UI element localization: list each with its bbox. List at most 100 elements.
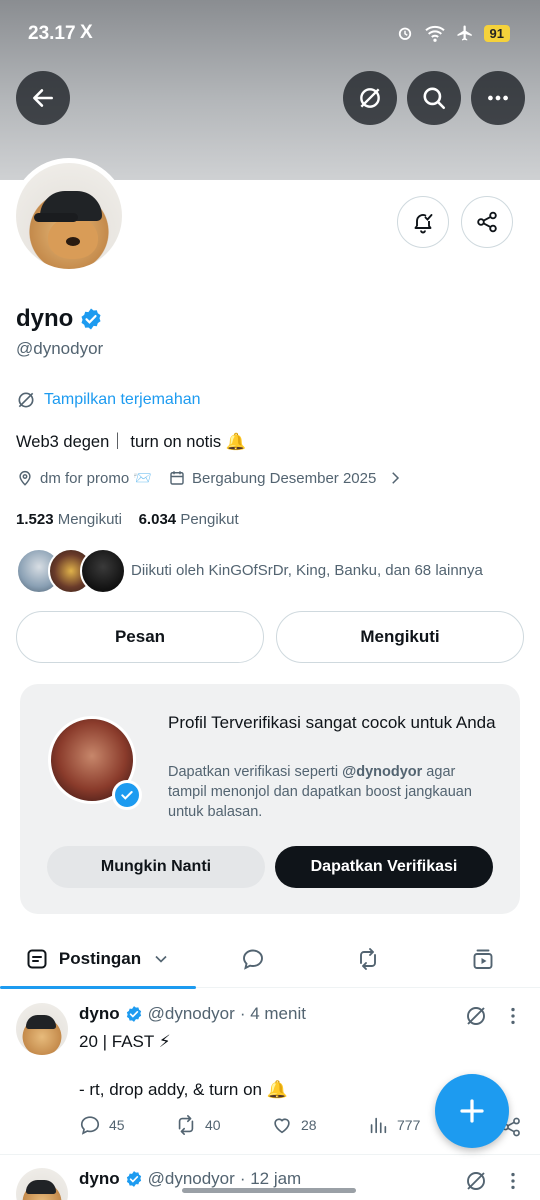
joined-text: Bergabung Desember 2025 (192, 469, 377, 487)
repost-icon (178, 1115, 194, 1135)
posts-icon (27, 949, 47, 969)
tweet-more-icon[interactable] (502, 1004, 524, 1028)
arrow-left-icon (33, 89, 53, 107)
following-count: 1.523 (16, 511, 54, 528)
profile-name-text: dyno (16, 305, 74, 332)
profile-bio: Web3 degen｜ turn on notis 🔔 (16, 433, 247, 451)
follow-stats: 1.523 Mengikuti 6.034 Pengikut (16, 511, 239, 528)
verification-card: Profil Terverifikasi sangat cocok untuk … (20, 684, 520, 914)
maybe-later-button[interactable]: Mungkin Nanti (47, 846, 265, 888)
reply-count: 45 (109, 1117, 125, 1133)
tweet-header: dyno @dynodyor · 12 jam (79, 1169, 301, 1189)
tweet-name: dyno (79, 1004, 120, 1023)
tweet-text-line-1: 20 | FAST ⚡ (79, 1032, 171, 1051)
tweet-handle: @dynodyor (147, 1169, 235, 1188)
profile-meta: dm for promo 📨 Bergabung Desember 2025 (16, 469, 404, 487)
tweet-name: dyno (79, 1169, 120, 1188)
translate-off-icon[interactable] (464, 1169, 488, 1193)
following-label: Mengikuti (57, 511, 122, 528)
media-icon (473, 949, 493, 969)
followers-label: Pengikut (180, 511, 239, 528)
verify-desc-prefix: Dapatkan verifikasi seperti (168, 764, 343, 780)
tweet-time: · 4 menit (239, 1004, 306, 1023)
status-bar: 23.17 X 91 (0, 0, 540, 66)
translate-off-button[interactable] (343, 71, 397, 125)
translate-link[interactable]: Tampilkan terjemahan (16, 390, 201, 410)
profile-tabs: Postingan (0, 930, 540, 989)
profile-avatar[interactable] (11, 158, 127, 274)
bell-check-icon (414, 214, 433, 234)
like-action[interactable]: 28 (271, 1114, 367, 1136)
tweet-handle: @dynodyor (147, 1004, 235, 1023)
translate-label: Tampilkan terjemahan (44, 391, 201, 408)
following-button[interactable]: Mengikuti (276, 611, 524, 663)
calendar-icon (170, 471, 184, 485)
reply-action[interactable]: 45 (79, 1114, 175, 1136)
translate-off-icon (18, 392, 34, 408)
notification-button[interactable] (397, 196, 449, 248)
tweet-more-icon[interactable] (502, 1169, 524, 1193)
followed-by-text: Diikuti oleh KinGOfSrDr, King, Banku, da… (131, 562, 483, 579)
profile-name: dyno (16, 305, 103, 333)
heart-icon (274, 1118, 290, 1134)
views-icon (370, 1117, 387, 1134)
followed-by[interactable]: Diikuti oleh KinGOfSrDr, King, Banku, da… (16, 548, 483, 594)
chevron-down-icon (155, 955, 167, 963)
tweet-avatar[interactable] (16, 1168, 68, 1200)
translate-off-icon (360, 88, 380, 108)
verified-check-icon (112, 780, 142, 810)
reposts-icon (360, 948, 376, 970)
translate-off-icon[interactable] (464, 1004, 488, 1028)
more-button[interactable] (471, 71, 525, 125)
back-button[interactable] (16, 71, 70, 125)
share-button[interactable] (461, 196, 513, 248)
share-icon (477, 211, 497, 233)
followers-stat[interactable]: 6.034 Pengikut (139, 511, 239, 528)
following-stat[interactable]: 1.523 Mengikuti (16, 511, 122, 528)
get-verified-button[interactable]: Dapatkan Verifikasi (275, 846, 493, 888)
message-button[interactable]: Pesan (16, 611, 264, 663)
x-app-icon: X (80, 22, 93, 43)
compose-button[interactable] (435, 1074, 509, 1148)
more-icon (488, 95, 508, 101)
tweet-time: · 12 jam (239, 1169, 302, 1188)
replies-icon (243, 949, 263, 970)
home-indicator (182, 1188, 356, 1193)
profile-handle: @dynodyor (16, 339, 104, 358)
plus-icon (460, 1099, 484, 1123)
reply-icon (80, 1116, 100, 1135)
like-count: 28 (301, 1117, 317, 1133)
status-icons: 91 (396, 24, 510, 42)
tab-reposts[interactable] (333, 930, 403, 988)
verify-description: Dapatkan verifikasi seperti @dynodyor ag… (168, 762, 498, 822)
location-text: dm for promo 📨 (40, 470, 153, 487)
verify-title: Profil Terverifikasi sangat cocok untuk … (168, 713, 496, 732)
followers-count: 6.034 (138, 511, 177, 528)
search-icon (423, 87, 446, 110)
tweet-text-line-2: - rt, drop addy, & turn on 🔔 (79, 1080, 288, 1099)
location-icon (19, 470, 31, 486)
repost-count: 40 (205, 1117, 221, 1133)
tab-posts-label: Postingan (58, 949, 142, 968)
tweet-actions: 45 40 28 777 (79, 1114, 463, 1136)
battery-indicator: 91 (483, 24, 510, 42)
alarm-icon (398, 27, 411, 40)
search-button[interactable] (407, 71, 461, 125)
repost-action[interactable]: 40 (175, 1114, 271, 1136)
follower-avatar (80, 548, 126, 594)
airplane-icon (457, 25, 472, 41)
verified-badge-icon (126, 1006, 141, 1022)
verified-badge-icon (126, 1171, 141, 1187)
tab-media[interactable] (448, 930, 518, 988)
chevron-right-icon[interactable] (386, 469, 404, 487)
view-count: 777 (397, 1117, 421, 1133)
tab-posts[interactable]: Postingan (0, 930, 196, 989)
verified-badge-icon (81, 308, 101, 330)
tweet-avatar[interactable] (16, 1003, 68, 1055)
tweet[interactable]: dyno @dynodyor · 12 jam (0, 1155, 540, 1200)
wifi-icon (424, 25, 445, 42)
tab-replies[interactable] (218, 930, 288, 988)
tweet-header: dyno @dynodyor · 4 menit (79, 1004, 306, 1024)
verify-desc-handle: @dynodyor (342, 764, 423, 780)
status-time: 23.17 (28, 23, 76, 44)
